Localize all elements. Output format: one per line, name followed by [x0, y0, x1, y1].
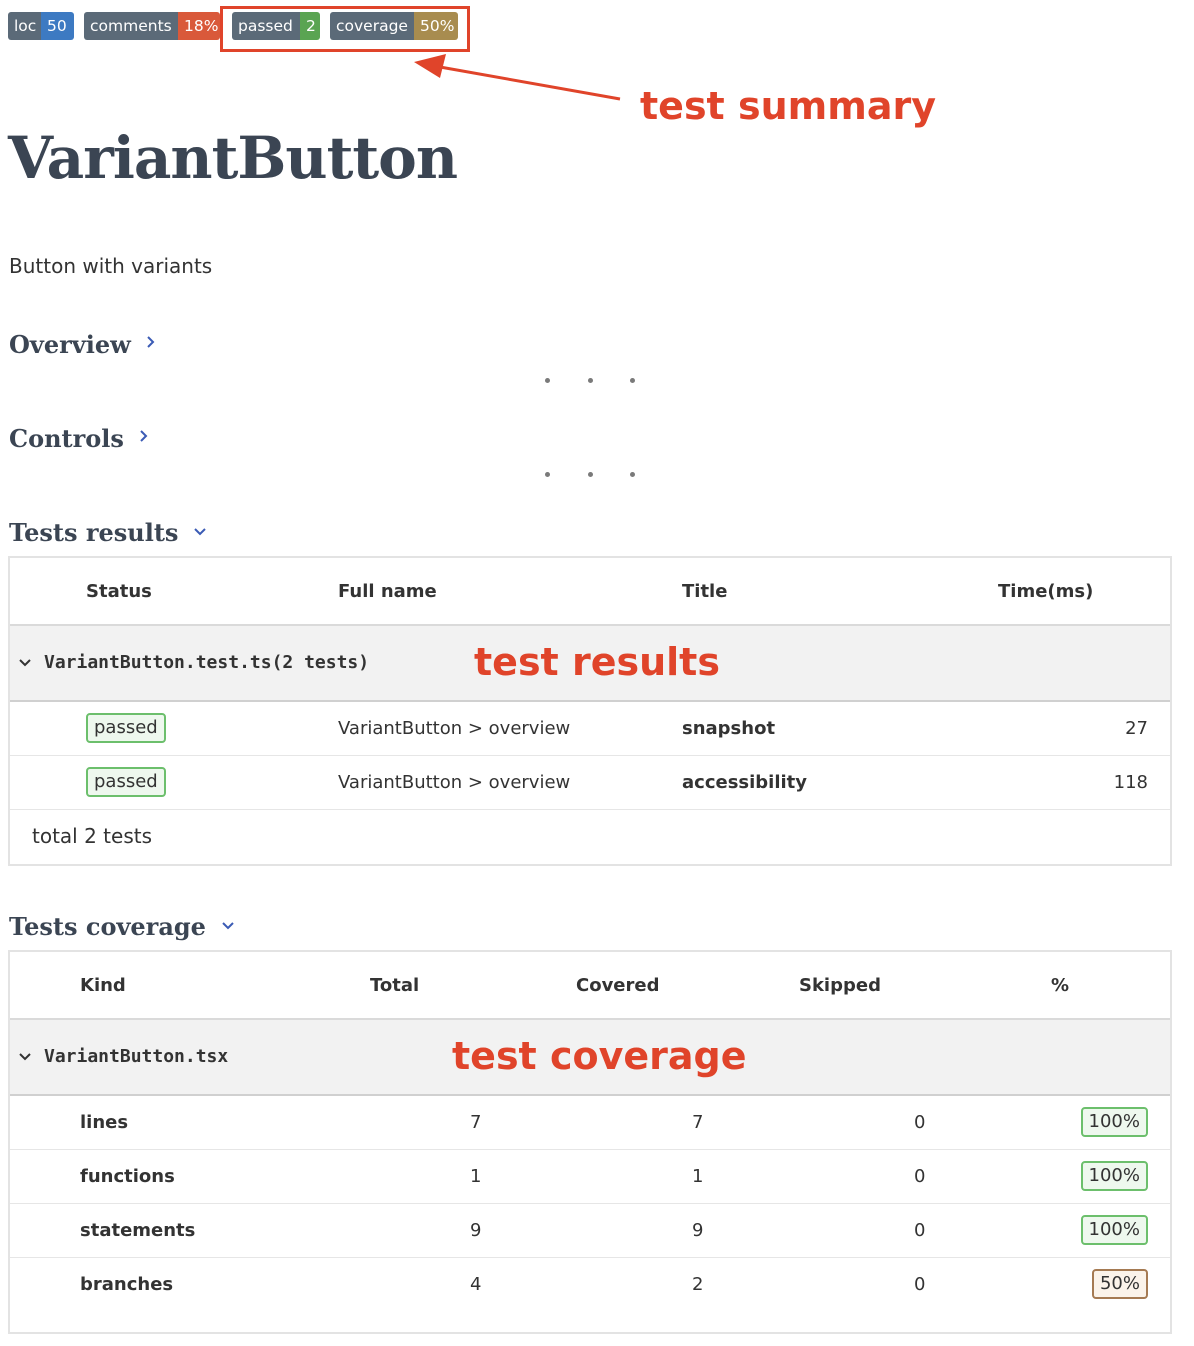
section-overview[interactable]: Overview — [9, 330, 157, 359]
section-tests-results-label: Tests results — [9, 518, 179, 547]
test-title: snapshot — [682, 718, 776, 739]
coverage-file-name: VariantButton.tsx — [44, 1046, 229, 1067]
total-tests-count: total 2 tests — [32, 824, 152, 848]
test-title: accessibility — [682, 772, 808, 793]
coverage-skipped: 0 — [914, 1112, 926, 1133]
total-row: total 2 tests — [10, 810, 1170, 866]
coverage-kind: statements — [80, 1220, 196, 1241]
chevron-right-icon — [138, 428, 150, 449]
test-file-group[interactable]: VariantButton.test.ts(2 tests) test resu… — [10, 626, 1170, 702]
coverage-percent-badge: 50% — [1091, 1269, 1148, 1299]
coverage-total: 7 — [470, 1112, 482, 1133]
test-results-annotation: test results — [474, 640, 720, 684]
column-header-full-name[interactable]: Full name — [338, 558, 437, 626]
test-time: 118 — [1113, 772, 1148, 793]
table-header: Kind Total Covered Skipped % — [10, 952, 1170, 1020]
table-row: passed VariantButton > overview accessib… — [10, 756, 1170, 810]
section-tests-coverage-label: Tests coverage — [9, 912, 206, 941]
coverage-kind: functions — [80, 1166, 175, 1187]
table-row: branches 4 2 0 50% — [10, 1258, 1170, 1312]
coverage-skipped: 0 — [914, 1220, 926, 1241]
component-description: Button with variants — [9, 254, 213, 278]
test-coverage-table: Kind Total Covered Skipped % VariantButt… — [8, 950, 1172, 1334]
column-header-covered[interactable]: Covered — [576, 952, 660, 1020]
chevron-right-icon — [145, 334, 157, 355]
coverage-kind: branches — [80, 1274, 174, 1295]
page-title: VariantButton — [8, 124, 458, 192]
table-header: Status Full name Title Time(ms) — [10, 558, 1170, 626]
chevron-down-icon — [192, 522, 208, 543]
chevron-down-icon — [18, 627, 32, 701]
table-row: functions 1 1 0 100% — [10, 1150, 1170, 1204]
coverage-file-group-header[interactable]: VariantButton.tsx — [18, 1020, 228, 1095]
collapsed-ellipsis-icon — [545, 472, 635, 477]
chevron-down-icon — [18, 1021, 32, 1095]
test-file-group-header[interactable]: VariantButton.test.ts(2 tests) — [18, 626, 369, 701]
section-controls[interactable]: Controls — [9, 424, 150, 453]
test-coverage-annotation: test coverage — [452, 1034, 747, 1078]
section-overview-label: Overview — [9, 330, 131, 359]
column-header-status[interactable]: Status — [86, 558, 152, 626]
status-badge: passed — [86, 713, 166, 743]
test-full-name: VariantButton > overview — [338, 772, 571, 793]
column-header-title[interactable]: Title — [682, 558, 727, 626]
coverage-covered: 9 — [692, 1220, 704, 1241]
column-header-skipped[interactable]: Skipped — [799, 952, 881, 1020]
test-full-name: VariantButton > overview — [338, 718, 571, 739]
table-row: lines 7 7 0 100% — [10, 1096, 1170, 1150]
section-tests-coverage[interactable]: Tests coverage — [9, 912, 236, 941]
test-summary-annotation: test summary — [640, 84, 936, 128]
column-header-kind[interactable]: Kind — [80, 952, 126, 1020]
coverage-covered: 7 — [692, 1112, 704, 1133]
test-file-name: VariantButton.test.ts(2 tests) — [44, 652, 370, 673]
coverage-skipped: 0 — [914, 1166, 926, 1187]
column-header-percent[interactable]: % — [1051, 952, 1069, 1020]
coverage-percent-badge: 100% — [1080, 1161, 1148, 1191]
section-tests-results[interactable]: Tests results — [9, 518, 208, 547]
coverage-kind: lines — [80, 1112, 129, 1133]
chevron-down-icon — [220, 916, 236, 937]
table-row: passed VariantButton > overview snapshot… — [10, 702, 1170, 756]
column-header-time[interactable]: Time(ms) — [998, 558, 1093, 626]
coverage-skipped: 0 — [914, 1274, 926, 1295]
collapsed-ellipsis-icon — [545, 378, 635, 383]
column-header-total[interactable]: Total — [370, 952, 419, 1020]
status-badge: passed — [86, 767, 166, 797]
table-row: statements 9 9 0 100% — [10, 1204, 1170, 1258]
coverage-total: 4 — [470, 1274, 482, 1295]
coverage-total: 9 — [470, 1220, 482, 1241]
coverage-covered: 2 — [692, 1274, 704, 1295]
section-controls-label: Controls — [9, 424, 124, 453]
coverage-file-group[interactable]: VariantButton.tsx test coverage — [10, 1020, 1170, 1096]
annotation-arrow-icon — [414, 54, 621, 101]
test-results-table: Status Full name Title Time(ms) VariantB… — [8, 556, 1172, 866]
coverage-percent-badge: 100% — [1080, 1107, 1148, 1137]
coverage-percent-badge: 100% — [1080, 1215, 1148, 1245]
coverage-covered: 1 — [692, 1166, 704, 1187]
test-time: 27 — [1125, 718, 1148, 739]
coverage-total: 1 — [470, 1166, 482, 1187]
